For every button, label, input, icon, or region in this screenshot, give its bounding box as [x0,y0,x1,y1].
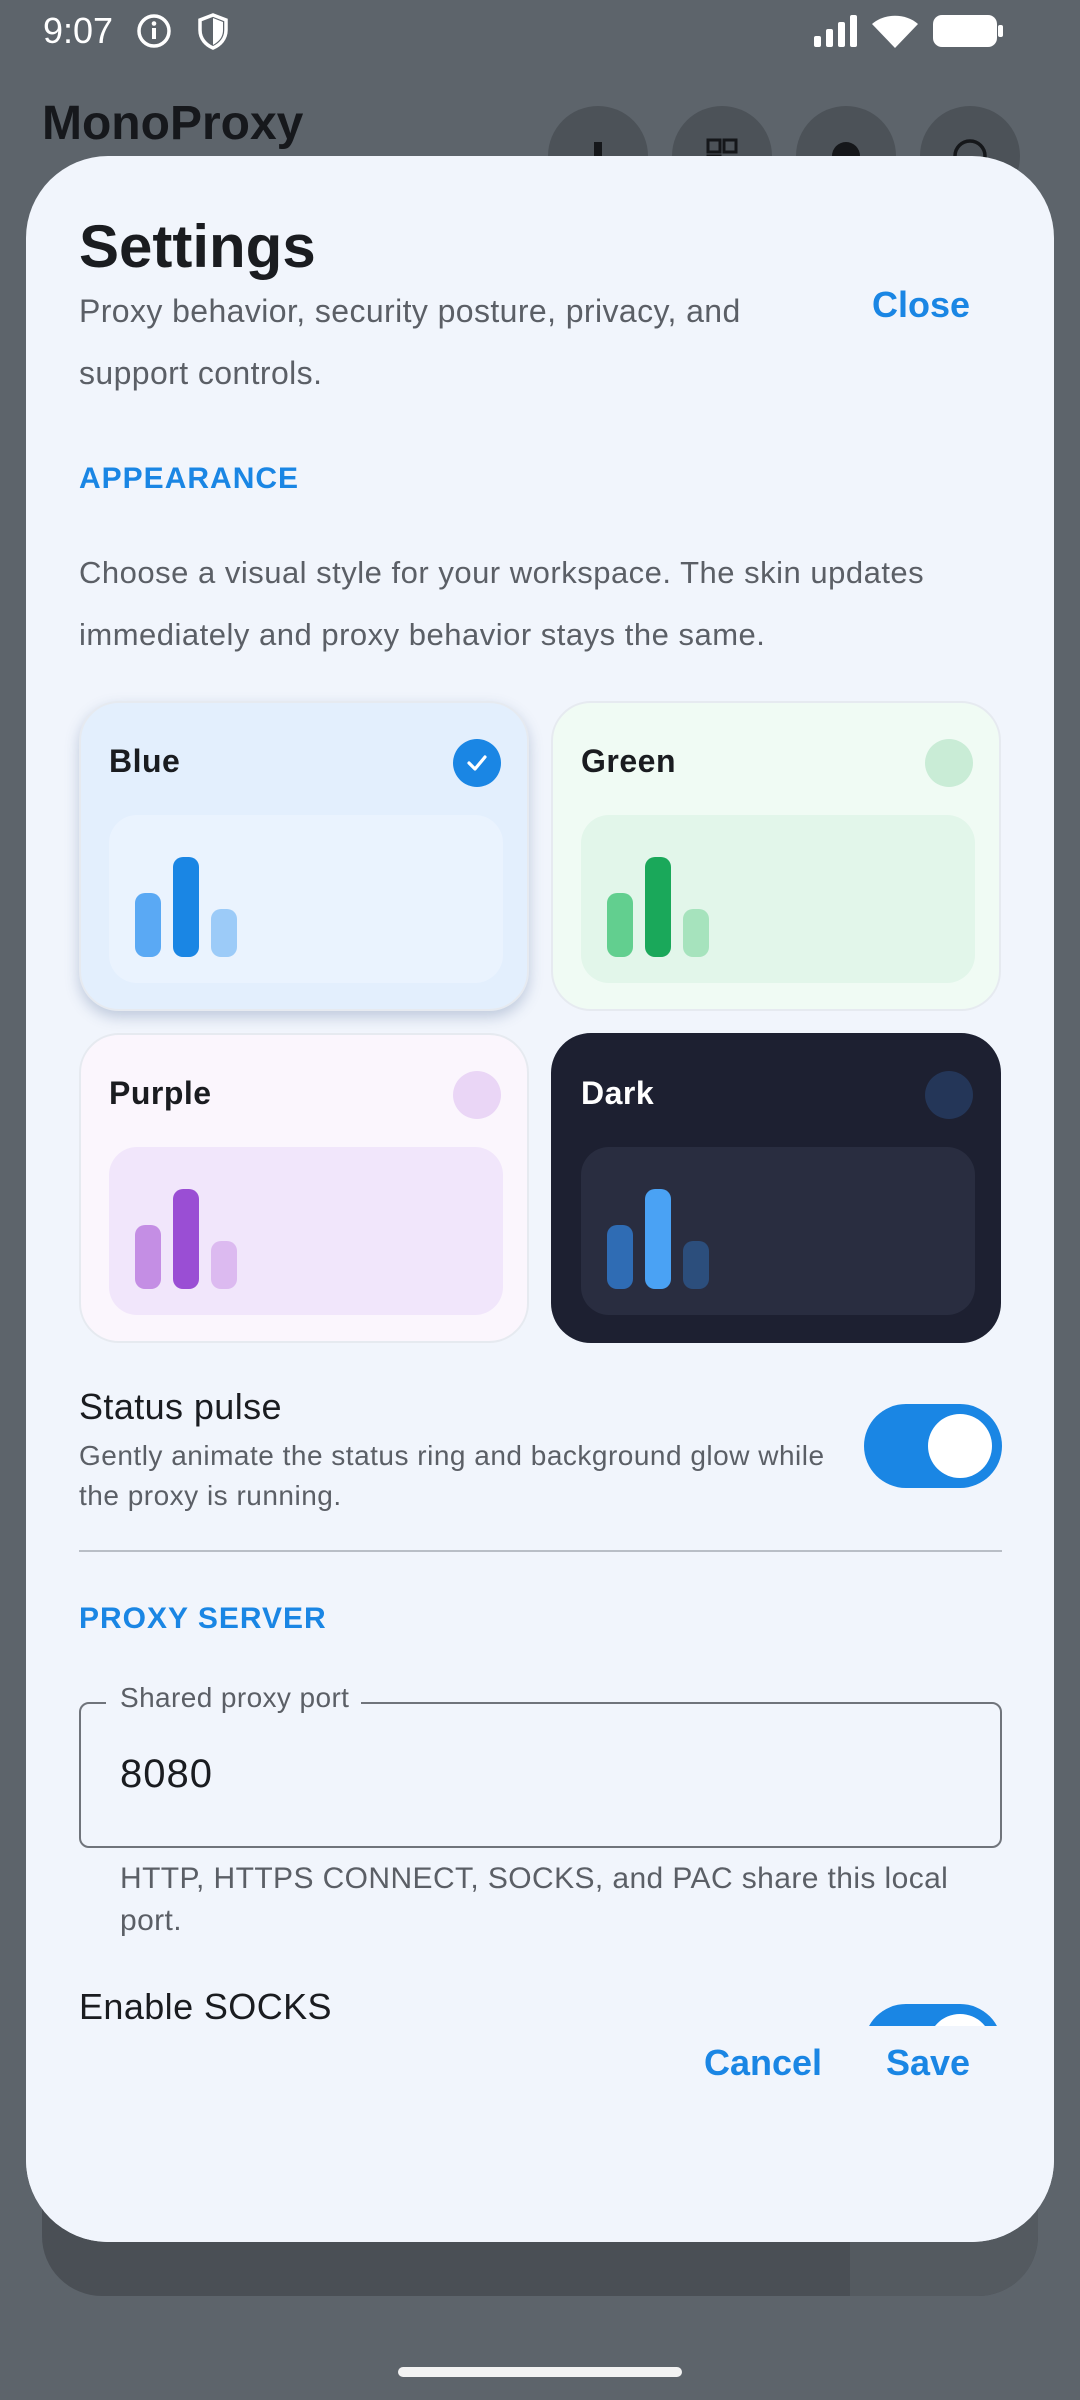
sheet-subtitle: Proxy behavior, security posture, privac… [79,293,741,391]
preview-bar [173,857,199,957]
toggle-knob [928,1414,992,1478]
cancel-button[interactable]: Cancel [704,2042,822,2084]
unselected-dot-icon [453,1071,501,1119]
preview-bar [607,1225,633,1289]
settings-sheet: Settings Proxy behavior, security postur… [26,156,1054,2242]
preview-bar [135,1225,161,1289]
shared-proxy-port-label: Shared proxy port [106,1682,362,1714]
theme-name: Green [581,743,676,779]
shared-proxy-port-field[interactable] [79,1702,1002,1848]
battery-icon [933,15,1003,47]
preview-bar [645,1189,671,1289]
status-pulse-toggle[interactable] [864,1404,1002,1488]
theme-preview [581,815,975,983]
theme-preview [581,1147,975,1315]
preview-bar [135,893,161,957]
preview-bar [683,909,709,957]
preview-bar [607,893,633,957]
preview-bar [173,1189,199,1289]
preview-bar [683,1241,709,1289]
shared-proxy-port-help: HTTP, HTTPS CONNECT, SOCKS, and PAC shar… [120,1862,949,1937]
selected-check-icon [453,739,501,787]
enable-socks-title: Enable SOCKS [79,1986,332,2027]
divider [79,1550,1002,1552]
theme-name: Blue [109,743,181,779]
save-button[interactable]: Save [886,2042,970,2084]
wifi-icon [872,15,918,48]
info-icon [137,14,171,48]
proxy-server-heading: PROXY SERVER [79,1602,327,1635]
shared-proxy-port-input[interactable]: 8080 [120,1752,213,1797]
preview-bar [211,909,237,957]
status-bar: 9:07 [0,0,1080,62]
theme-card-dark[interactable]: Dark [551,1033,1001,1343]
theme-card-green[interactable]: Green [551,701,1001,1011]
status-time: 9:07 [43,10,114,51]
sheet-title: Settings [79,213,316,280]
status-pulse-title: Status pulse [79,1386,282,1427]
app-title: MonoProxy [42,97,304,150]
signal-icon [814,15,857,47]
theme-card-purple[interactable]: Purple [79,1033,529,1343]
appearance-heading: APPEARANCE [79,462,300,495]
home-indicator[interactable] [398,2367,682,2377]
close-button[interactable]: Close [872,284,970,326]
status-pulse-description: Gently animate the status ring and backg… [79,1440,825,1511]
theme-preview [109,815,503,983]
unselected-dot-icon [925,739,973,787]
theme-name: Purple [109,1075,212,1111]
theme-preview [109,1147,503,1315]
theme-name: Dark [581,1075,655,1111]
unselected-dot-icon [925,1071,973,1119]
appearance-description: Choose a visual style for your workspace… [79,555,925,652]
shield-icon [198,13,228,50]
preview-bar [645,857,671,957]
preview-bar [211,1241,237,1289]
theme-card-blue[interactable]: Blue [79,701,529,1011]
